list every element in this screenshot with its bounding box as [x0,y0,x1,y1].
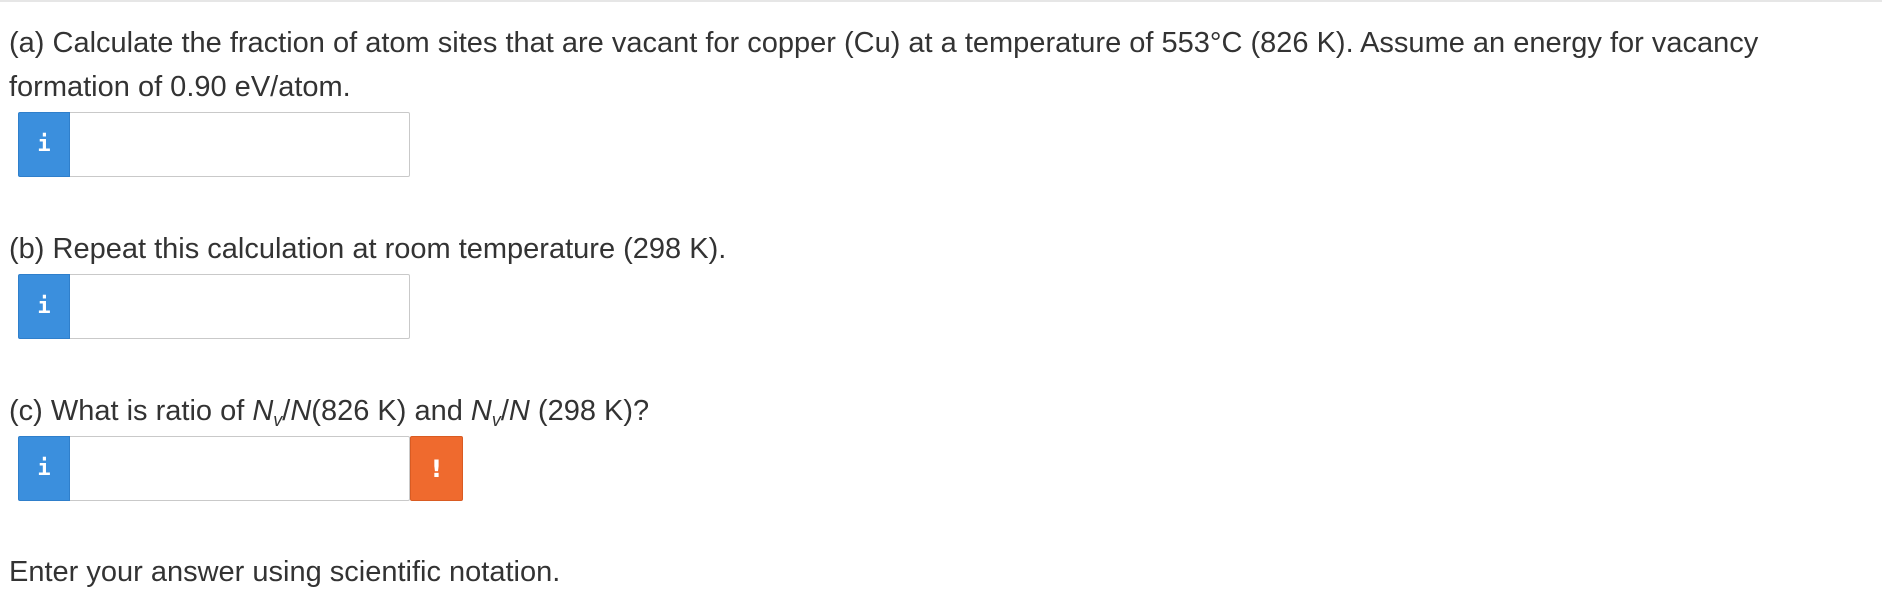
answer-b-input[interactable] [70,274,410,339]
info-button-c[interactable]: i [18,436,70,501]
answer-a-input[interactable] [70,112,410,177]
symbol-n: N [508,395,530,427]
question-a-text: (a) Calculate the fraction of atom sites… [9,27,1759,103]
info-button-b[interactable]: i [18,274,70,339]
symbol-subscript-v: v [273,410,283,430]
question-c-mid: (826 K) and [311,395,471,427]
question-b-text: (b) Repeat this calculation at room temp… [9,233,727,265]
symbol-n: N [252,395,274,427]
exclamation-icon: ! [431,454,442,483]
info-icon: i [37,131,51,157]
answer-c-group: i ! [18,436,463,501]
question-c-text: (c) What is ratio of Nv/N(826 K) and Nv/… [9,389,649,433]
symbol-n: N [290,395,312,427]
answer-b-group: i [18,274,410,339]
instruction-note: Enter your answer using scientific notat… [9,556,561,588]
symbol-slash: / [500,395,509,427]
info-icon: i [37,455,51,481]
question-c-prefix: (c) What is ratio of [9,395,253,427]
answer-a-group: i [18,112,410,177]
top-divider [0,0,1882,2]
symbol-subscript-v: v [491,410,501,430]
question-c-suffix: (298 K)? [529,395,650,427]
warning-button-c[interactable]: ! [410,436,463,501]
answer-c-input[interactable] [70,436,410,501]
info-icon: i [37,293,51,319]
info-button-a[interactable]: i [18,112,70,177]
symbol-n: N [470,395,492,427]
